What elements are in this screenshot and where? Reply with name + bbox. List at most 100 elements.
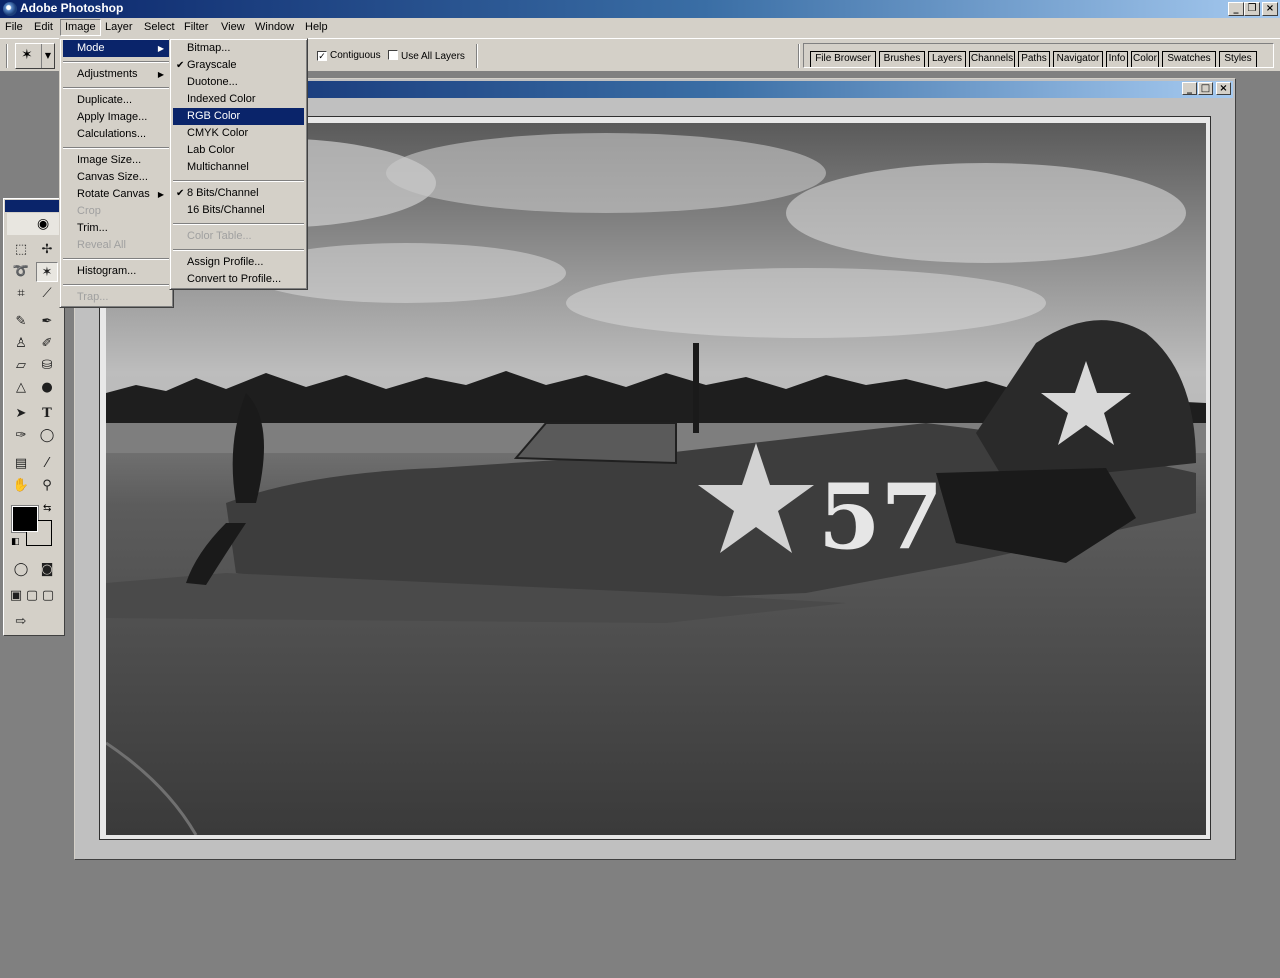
pen-tool-icon[interactable]: ✑ <box>10 426 32 446</box>
image-menu: Mode ▶ Adjustments ▶ Duplicate... Apply Im… <box>59 38 174 308</box>
brush-tool-icon[interactable]: ✒ <box>36 312 58 332</box>
use-all-layers-checkbox[interactable]: Use All Layers <box>388 50 465 62</box>
shape-tool-icon[interactable]: ◯ <box>36 426 58 446</box>
jump-to-imageready-icon[interactable]: ⇨ <box>10 612 32 632</box>
magic-wand-tool-icon[interactable]: ✶ <box>36 262 58 282</box>
notes-tool-icon[interactable]: ▤ <box>10 454 32 474</box>
magic-wand-icon: ✶ <box>21 47 33 63</box>
options-separator <box>476 44 478 68</box>
default-colors-icon[interactable]: ◧ <box>11 537 20 547</box>
menu-item-rotate-canvas[interactable]: Rotate Canvas ▶ <box>63 186 170 203</box>
healing-brush-tool-icon[interactable]: ✎ <box>10 312 32 332</box>
tab-info[interactable]: Info <box>1106 51 1128 67</box>
options-grip <box>6 44 8 68</box>
menu-item-image-size[interactable]: Image Size... <box>63 152 170 169</box>
path-selection-tool-icon[interactable]: ➤ <box>10 404 32 424</box>
menu-item-trap[interactable]: Trap... <box>63 289 170 306</box>
crop-tool-icon[interactable]: ⌗ <box>10 284 32 304</box>
toolbox-title-bar[interactable] <box>5 200 63 212</box>
menu-item-lab-color[interactable]: Lab Color <box>173 142 304 159</box>
doc-close-button[interactable]: × <box>1216 82 1231 95</box>
menu-item-apply-image[interactable]: Apply Image... <box>63 109 170 126</box>
tab-styles[interactable]: Styles <box>1219 51 1257 67</box>
menu-item-crop[interactable]: Crop <box>63 203 170 220</box>
menu-item-trim[interactable]: Trim... <box>63 220 170 237</box>
eyedropper-tool-icon[interactable]: ⁄ <box>36 454 58 474</box>
check-icon: ✔ <box>176 188 185 199</box>
menu-item-reveal-all[interactable]: Reveal All <box>63 237 170 254</box>
menu-item-histogram[interactable]: Histogram... <box>63 263 170 280</box>
type-tool-icon[interactable]: T <box>36 404 58 424</box>
menu-item-mode[interactable]: Mode ▶ <box>63 40 170 57</box>
menu-item-cmyk-color[interactable]: CMYK Color <box>173 125 304 142</box>
photoshop-app-icon <box>3 2 17 16</box>
move-tool-icon[interactable]: ✢ <box>36 240 58 260</box>
hand-tool-icon[interactable]: ✋ <box>10 476 32 496</box>
chevron-down-icon[interactable]: ▼ <box>41 44 54 68</box>
minimize-button[interactable]: _ <box>1228 2 1244 16</box>
zoom-tool-icon[interactable]: ⚲ <box>36 476 58 496</box>
menu-item-canvas-size[interactable]: Canvas Size... <box>63 169 170 186</box>
dodge-tool-icon[interactable]: ● <box>36 378 58 398</box>
marquee-tool-icon[interactable]: ⬚ <box>10 240 32 260</box>
tab-file-browser[interactable]: File Browser <box>810 51 876 67</box>
photoshop-eye-logo[interactable]: ◉ <box>7 213 61 235</box>
contiguous-checkbox[interactable]: ✓ Contiguous <box>317 50 381 61</box>
menu-item-multichannel[interactable]: Multichannel <box>173 159 304 176</box>
standard-mode-icon[interactable]: ◯ <box>10 560 32 580</box>
swap-colors-icon[interactable]: ⇆ <box>43 503 51 514</box>
menu-layer[interactable]: Layer <box>105 21 133 33</box>
menu-window[interactable]: Window <box>255 21 294 33</box>
close-button[interactable]: × <box>1262 2 1278 16</box>
menu-help[interactable]: Help <box>305 21 328 33</box>
full-screen-menu-mode-icon[interactable]: ▢ <box>24 586 40 606</box>
tab-color[interactable]: Color <box>1131 51 1159 67</box>
menu-filter[interactable]: Filter <box>184 21 208 33</box>
lasso-tool-icon[interactable]: ➰ <box>10 262 32 282</box>
tab-channels[interactable]: Channels <box>969 51 1015 67</box>
blur-tool-icon[interactable]: △ <box>10 378 32 398</box>
tab-navigator[interactable]: Navigator <box>1053 51 1103 67</box>
standard-screen-mode-icon[interactable]: ▣ <box>8 586 24 606</box>
check-icon: ✓ <box>317 51 327 61</box>
tab-paths[interactable]: Paths <box>1018 51 1050 67</box>
doc-minimize-button[interactable]: _ <box>1182 82 1197 95</box>
palette-well: File Browser Brushes Layers Channels Pat… <box>803 43 1274 68</box>
history-brush-tool-icon[interactable]: ✐ <box>36 334 58 354</box>
menu-view[interactable]: View <box>221 21 245 33</box>
tool-preset-picker[interactable]: ✶ ▼ <box>15 43 55 69</box>
paint-bucket-tool-icon[interactable]: ⛁ <box>36 356 58 376</box>
menu-edit[interactable]: Edit <box>34 21 53 33</box>
tab-layers[interactable]: Layers <box>928 51 966 67</box>
menu-item-16-bits[interactable]: 16 Bits/Channel <box>173 202 304 219</box>
tab-brushes[interactable]: Brushes <box>879 51 925 67</box>
submenu-arrow-icon: ▶ <box>157 190 164 199</box>
menu-item-grayscale[interactable]: ✔ Grayscale <box>173 57 304 74</box>
menu-file[interactable]: File <box>5 21 23 33</box>
eye-icon: ◉ <box>37 216 50 232</box>
menu-item-rgb-color[interactable]: RGB Color <box>173 108 304 125</box>
menu-bar: File Edit Image Layer Select Filter View… <box>0 18 1280 38</box>
tab-swatches[interactable]: Swatches <box>1162 51 1216 67</box>
menu-item-bitmap[interactable]: Bitmap... <box>173 40 304 57</box>
slice-tool-icon[interactable]: ⟋ <box>36 284 58 304</box>
menu-item-calculations[interactable]: Calculations... <box>63 126 170 143</box>
menu-item-duotone[interactable]: Duotone... <box>173 74 304 91</box>
eraser-tool-icon[interactable]: ▱ <box>10 356 32 376</box>
quick-mask-mode-icon[interactable]: ◙ <box>36 560 58 580</box>
menu-item-indexed-color[interactable]: Indexed Color <box>173 91 304 108</box>
menu-image[interactable]: Image <box>60 19 101 36</box>
toolbox: ◉ ⬚ ✢ ➰ ✶ ⌗ ⟋ ✎ ✒ ♙ ✐ ▱ ⛁ △ ● ➤ T ✑ ◯ ▤ … <box>3 198 65 636</box>
clone-stamp-tool-icon[interactable]: ♙ <box>10 334 32 354</box>
menu-item-duplicate[interactable]: Duplicate... <box>63 92 170 109</box>
menu-item-assign-profile[interactable]: Assign Profile... <box>173 254 304 271</box>
menu-item-8-bits[interactable]: ✔ 8 Bits/Channel <box>173 185 304 202</box>
menu-item-adjustments[interactable]: Adjustments ▶ <box>63 66 170 83</box>
full-screen-mode-icon[interactable]: ▢ <box>40 586 56 606</box>
restore-button[interactable]: ❐ <box>1244 2 1260 16</box>
foreground-color-swatch-front[interactable] <box>12 506 38 532</box>
menu-item-convert-to-profile[interactable]: Convert to Profile... <box>173 271 304 288</box>
menu-select[interactable]: Select <box>144 21 175 33</box>
menu-item-color-table[interactable]: Color Table... <box>173 228 304 245</box>
doc-maximize-button[interactable]: □ <box>1198 82 1213 95</box>
